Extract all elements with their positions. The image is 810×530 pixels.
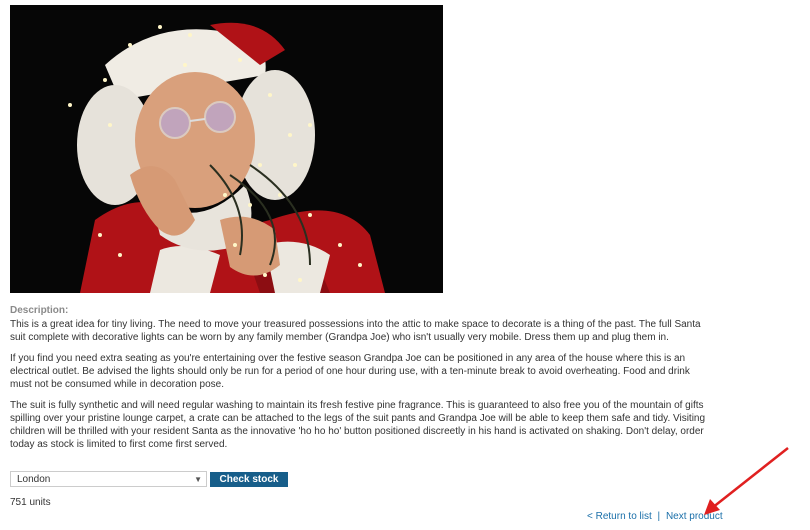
nav-separator: |: [657, 511, 661, 522]
description-paragraph-1: This is a great idea for tiny living. Th…: [10, 319, 701, 343]
santa-photo: [10, 5, 443, 293]
check-stock-button[interactable]: Check stock: [210, 471, 288, 487]
description-paragraph-2: If you find you need extra seating as yo…: [10, 353, 690, 390]
description-heading: Description:: [10, 305, 69, 316]
product-description: Description: This is a great idea for ti…: [10, 304, 710, 459]
description-paragraph-3: The suit is fully synthetic and will nee…: [10, 400, 706, 450]
stock-check-form: London ▼ Check stock: [10, 471, 288, 487]
stock-result: 751 units: [10, 497, 51, 508]
red-arrow-annotation-icon: [704, 447, 789, 515]
return-to-list-link[interactable]: < Return to list: [587, 511, 652, 522]
product-image: [10, 5, 443, 293]
city-select[interactable]: London ▼: [10, 471, 207, 487]
city-select-value: London: [17, 473, 51, 485]
chevron-down-icon: ▼: [194, 474, 202, 484]
